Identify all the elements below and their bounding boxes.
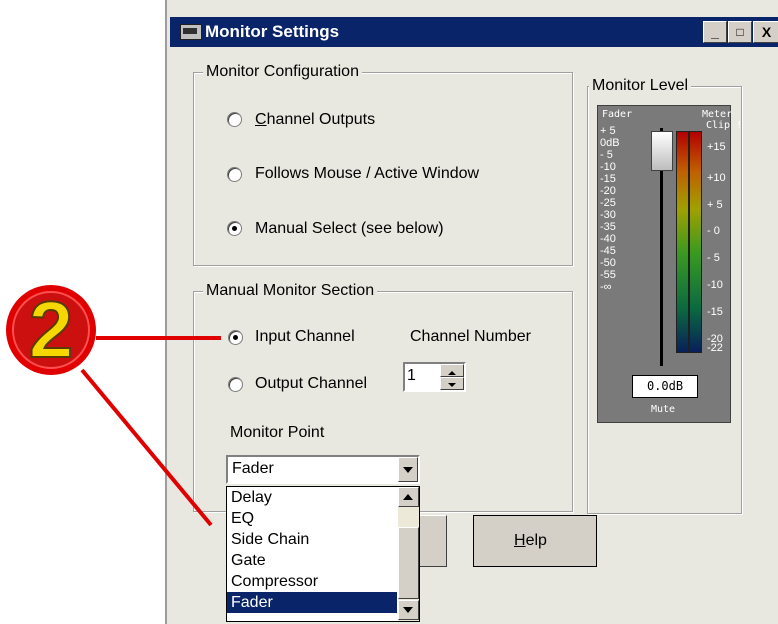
- annotation-overlay: [6, 285, 221, 527]
- annotation-arrow-diagonal: [80, 368, 213, 527]
- annotation-step-number: 2: [28, 285, 75, 375]
